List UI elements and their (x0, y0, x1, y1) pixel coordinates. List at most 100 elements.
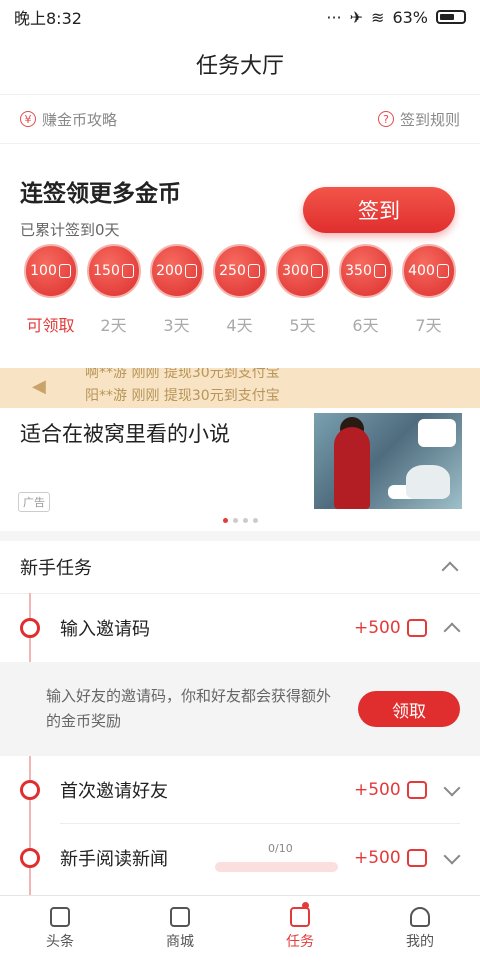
newbie-tasks: 新手任务 输入邀请码 +500 输入好友的邀请码，你和好友都会获得额外的金币奖励… (0, 541, 480, 953)
task-read-news[interactable]: 新手阅读新闻 0/10 +500 (0, 824, 480, 892)
reward-amount: +500 (354, 780, 401, 800)
coin-icon (373, 264, 386, 278)
signin-day-4[interactable]: 250 4天 (208, 244, 271, 336)
day-label: 5天 (289, 316, 316, 335)
tab-label: 头条 (46, 933, 74, 950)
status-icons: ··· ✈ ≋ 63% (326, 8, 466, 27)
ad-image (314, 413, 462, 509)
coin-stack-icon (406, 849, 427, 867)
carousel-dot (242, 518, 248, 523)
claim-button[interactable]: 领取 (358, 691, 460, 727)
task-name: 输入邀请码 (60, 619, 150, 640)
task-status-circle (20, 848, 40, 868)
tab-tasks[interactable]: 任务 (240, 896, 360, 961)
signin-day-6[interactable]: 350 6天 (334, 244, 397, 336)
tab-label: 我的 (406, 933, 434, 950)
signin-rules-link[interactable]: ? 签到规则 (377, 109, 460, 130)
signin-subtitle: 已累计签到0天 (20, 221, 120, 239)
status-bar: 晚上8:32 ··· ✈ ≋ 63% (0, 0, 480, 34)
signin-day-3[interactable]: 200 3天 (145, 244, 208, 336)
task-invite-code[interactable]: 输入邀请码 +500 (0, 594, 480, 662)
coin-guide-label: 赚金币攻略 (42, 110, 118, 129)
notification-dot (302, 902, 309, 909)
reward-amount: +500 (354, 848, 401, 868)
coin-icon (436, 264, 449, 278)
tab-headlines[interactable]: 头条 (0, 896, 120, 961)
status-time: 晚上8:32 (14, 9, 82, 28)
tasks-header-title: 新手任务 (20, 558, 92, 579)
shopping-bag-icon (170, 906, 190, 927)
wifi-icon: ≋ (371, 7, 385, 27)
coin-amount: 350 (345, 263, 372, 279)
coin-amount: 400 (408, 263, 435, 279)
coin-icon (58, 264, 71, 278)
signin-card: 连签领更多金币 已累计签到0天 签到 100 可领取 150 2天 200 3天… (0, 144, 480, 369)
ad-text: 适合在被窝里看的小说 (20, 422, 230, 446)
signin-button[interactable]: 签到 (303, 187, 455, 233)
tab-label: 任务 (286, 933, 314, 950)
tab-mall[interactable]: 商城 (120, 896, 240, 961)
coin-icon (310, 264, 323, 278)
signin-day-2[interactable]: 150 2天 (82, 244, 145, 336)
coin-stack-icon (406, 619, 427, 637)
task-name: 新手阅读新闻 (60, 849, 168, 870)
coin-amount: 200 (156, 263, 183, 279)
yen-icon: ¥ (20, 111, 36, 127)
page-title: 任务大厅 (195, 54, 284, 79)
chevron-down-icon[interactable] (443, 847, 461, 865)
signin-days: 100 可领取 150 2天 200 3天 250 4天 300 5天 350 … (0, 244, 480, 336)
carousel-dots (0, 518, 480, 523)
section-divider (0, 531, 480, 541)
tab-label: 商城 (166, 933, 194, 950)
day-label: 2天 (100, 316, 127, 335)
coin-icon (184, 264, 197, 278)
task-reward: +500 (354, 848, 427, 868)
tasks-header[interactable]: 新手任务 (0, 541, 480, 594)
signin-rules-label: 签到规则 (399, 110, 460, 129)
ad-banner[interactable]: 适合在被窝里看的小说 广告 (0, 408, 480, 530)
task-name: 首次邀请好友 (60, 781, 168, 802)
day-label: 4天 (226, 316, 253, 335)
task-detail-text: 输入好友的邀请码，你和好友都会获得额外的金币奖励 (46, 687, 332, 730)
airplane-icon: ✈ (349, 7, 364, 27)
task-status-circle (20, 780, 40, 800)
day-label: 7天 (415, 316, 442, 335)
clipboard-icon (290, 906, 310, 927)
coin-guide-link[interactable]: ¥ 赚金币攻略 (20, 109, 117, 130)
tab-profile[interactable]: 我的 (360, 896, 480, 961)
chevron-down-icon[interactable] (443, 779, 461, 797)
character-figure (334, 427, 370, 509)
coin-badge: 300 (275, 244, 330, 298)
carousel-dot (222, 518, 228, 523)
chevron-up-icon[interactable] (443, 622, 461, 640)
ad-tag: 广告 (18, 492, 50, 512)
signin-day-1[interactable]: 100 可领取 (19, 244, 82, 336)
coin-badge: 100 (23, 244, 78, 298)
speaker-icon: ◀ (32, 376, 46, 397)
signin-day-7[interactable]: 400 7天 (397, 244, 460, 336)
white-dog (406, 465, 450, 499)
coin-badge: 150 (86, 244, 141, 298)
question-icon: ? (377, 111, 394, 127)
carousel-dot (232, 518, 238, 523)
page-title-bar: 任务大厅 (0, 34, 480, 95)
day-label: 3天 (163, 316, 190, 335)
coin-amount: 250 (219, 263, 246, 279)
reward-amount: +500 (354, 618, 401, 638)
coin-icon (121, 264, 134, 278)
chevron-up-icon[interactable] (441, 561, 459, 579)
task-first-invite[interactable]: 首次邀请好友 +500 (0, 756, 480, 824)
coin-badge: 400 (401, 244, 456, 298)
battery-percent: 63% (392, 7, 428, 27)
coin-stack-icon (406, 781, 427, 799)
day-label: 6天 (352, 316, 379, 335)
coin-amount: 100 (30, 263, 57, 279)
day-label: 可领取 (26, 316, 75, 335)
speech-bubble (418, 419, 456, 447)
coin-icon (247, 264, 260, 278)
signin-title: 连签领更多金币 (20, 181, 181, 207)
task-detail: 输入好友的邀请码，你和好友都会获得额外的金币奖励 领取 (0, 662, 480, 756)
task-reward: +500 (354, 780, 427, 800)
signin-day-5[interactable]: 300 5天 (271, 244, 334, 336)
links-row: ¥ 赚金币攻略 ? 签到规则 (0, 95, 480, 144)
